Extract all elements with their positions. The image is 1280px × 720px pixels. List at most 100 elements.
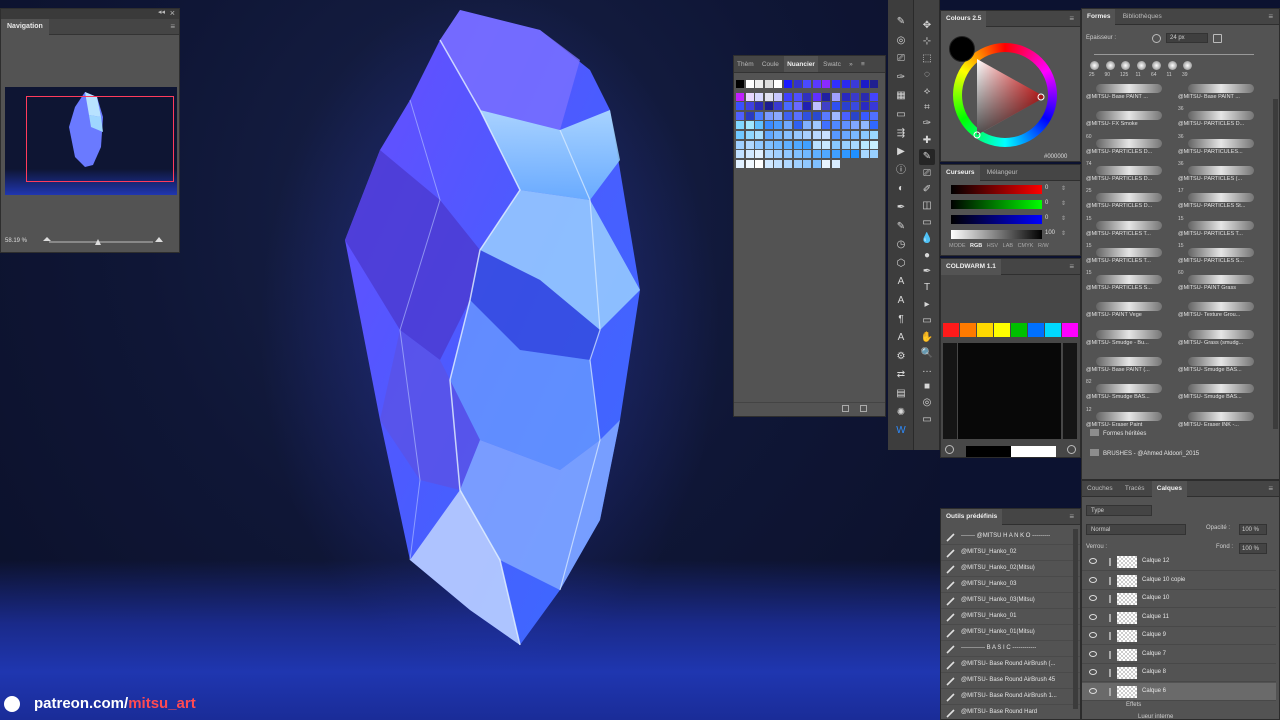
swatch[interactable] [764,111,773,120]
sun-icon[interactable]: ✺ [893,405,909,421]
brush-item[interactable]: @MITSU- Base PAINT ... [1086,79,1172,106]
adjust-icon[interactable]: ◐ [893,181,909,197]
tab-colours[interactable]: Coule [759,56,782,72]
layer-row[interactable]: Calque 6 [1082,682,1276,701]
brush-tool-icon[interactable]: ✎ [893,14,909,30]
swatch[interactable] [870,150,879,159]
swatch[interactable] [832,140,840,149]
tool-preset-item[interactable]: ------- @MITSU H A N K O --------- [941,529,1080,545]
swatch[interactable] [736,140,744,149]
brush-item[interactable]: @MITSU- Smudge - Bu... [1086,325,1172,352]
navigation-view-box[interactable] [26,96,174,182]
swatch[interactable] [736,159,744,168]
swatch[interactable] [870,140,879,149]
swatch[interactable] [736,131,744,139]
swatch[interactable] [736,111,744,120]
tab-brushes[interactable]: Formes [1082,9,1116,25]
brush-preset-icon[interactable]: ✎ [893,219,909,235]
swatch[interactable] [832,92,840,101]
swatch[interactable] [793,80,802,88]
coldwarm-hue-swatch[interactable] [960,323,976,337]
swatch[interactable] [803,140,812,149]
brush-item[interactable]: 74 @MITSU- PARTICLES D... [1086,161,1172,188]
swatch[interactable] [870,80,879,88]
coldwarm-hue-swatch[interactable] [994,323,1010,337]
brush-item[interactable]: @MITSU- Eraser INK -... [1178,407,1264,434]
swatch[interactable] [764,159,773,168]
gear-icon[interactable]: ⚙ [893,349,909,365]
visibility-eye-icon[interactable] [1089,632,1097,638]
swatch[interactable] [784,150,792,159]
layer-filter-select[interactable]: Type [1086,505,1152,516]
reset-icon[interactable] [1152,34,1161,43]
tab-swatches[interactable]: Nuancier [784,56,818,72]
swatch[interactable] [774,121,783,130]
swatch[interactable] [736,150,744,159]
swatch[interactable] [803,131,812,139]
swatch[interactable] [851,92,860,101]
swatch[interactable] [745,121,754,130]
swatch[interactable] [803,92,812,101]
tool-preset-item[interactable]: @MITSU_Hanko_03(Mitsu) [941,593,1080,609]
swatch[interactable] [860,150,869,159]
layer-thumbnail[interactable] [1117,593,1137,605]
expand-icon[interactable]: » [846,56,856,72]
folder-icon[interactable]: ▭ [893,107,909,123]
crop-icon[interactable]: ⌗ [919,100,935,116]
swatch[interactable] [822,140,831,149]
settings-gear-icon[interactable] [1067,445,1076,454]
swatch[interactable] [860,92,869,101]
swatch[interactable] [784,92,792,101]
brush-item[interactable]: @MITSU- PAINT Vege [1086,297,1172,324]
colour-swatch-icon[interactable]: ■ [919,379,935,395]
swatch[interactable] [841,80,850,88]
zoom-value[interactable]: 58.19 % [5,238,27,244]
swatch[interactable] [812,131,821,139]
brush-item[interactable]: 36 @MITSU- PARTICULES... [1178,134,1264,161]
brush-item[interactable]: 15 @MITSU- PARTICLES T... [1086,243,1172,270]
zoom-in-icon[interactable] [155,237,163,242]
visibility-eye-icon[interactable] [1089,558,1097,564]
blur-icon[interactable]: 💧 [919,231,935,247]
path-select-icon[interactable]: ▸ [919,297,935,313]
swatch[interactable] [832,159,840,168]
red-slider[interactable] [951,185,1042,194]
collapse-icon[interactable]: ◂◂ [158,8,165,16]
grid-icon[interactable]: ▦ [893,88,909,104]
tab-paths[interactable]: Tracés [1120,481,1150,497]
layer-row[interactable]: Calque 11 [1082,609,1276,627]
swatch[interactable] [832,131,840,139]
swatch[interactable] [755,80,764,88]
coldwarm-hue-swatch[interactable] [1011,323,1027,337]
hex-value[interactable]: #000000 [1044,154,1067,160]
swatch[interactable] [812,111,821,120]
swatch[interactable] [745,80,754,88]
brush-item[interactable]: 15 @MITSU- PARTICLES S... [1086,270,1172,297]
layer-row[interactable]: Calque 10 copie [1082,572,1276,590]
visibility-eye-icon[interactable] [1089,595,1097,601]
ws-icon[interactable]: W [893,423,909,439]
swatch[interactable] [812,159,821,168]
swatch[interactable] [755,111,764,120]
swatch[interactable] [822,92,831,101]
swatch[interactable] [870,102,879,111]
new-swatch-icon[interactable] [842,405,849,412]
tab-channels[interactable]: Couches [1082,481,1118,497]
layer-row[interactable]: Calque 10 [1082,590,1276,608]
swatch[interactable] [870,111,879,120]
swatch[interactable] [851,121,860,130]
swatch[interactable] [822,159,831,168]
swatch[interactable] [793,159,802,168]
swatch[interactable] [784,159,792,168]
swatch[interactable] [745,131,754,139]
text-vertical-icon[interactable]: A [893,293,909,309]
layer-thumbnail[interactable] [1117,556,1137,568]
swatch[interactable] [745,102,754,111]
tab-mixer[interactable]: Mélangeur [982,165,1023,181]
lasso-icon[interactable]: ◌ [919,67,935,83]
layer-row[interactable]: Calque 8 [1082,664,1276,682]
tool-preset-item[interactable]: @MITSU_Hanko_02(Mitsu) [941,561,1080,577]
shape-icon[interactable]: ▭ [919,313,935,329]
hand-icon[interactable]: ✋ [919,330,935,346]
history-brush-icon[interactable]: ✐ [919,182,935,198]
